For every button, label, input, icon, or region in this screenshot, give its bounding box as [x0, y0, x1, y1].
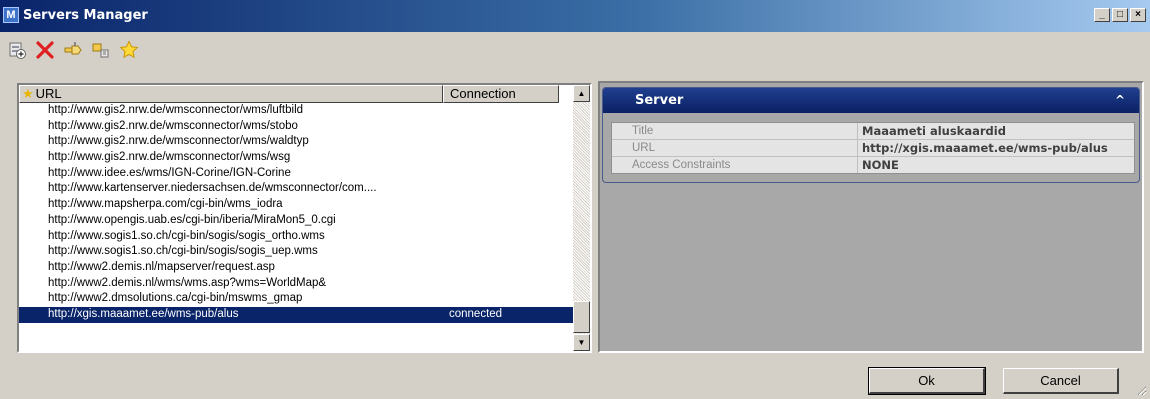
- row-url: http://www.gis2.nrw.de/wmsconnector/wms/…: [48, 104, 304, 116]
- table-row[interactable]: http://www.gis2.nrw.de/wmsconnector/wms/…: [19, 134, 574, 150]
- minimize-button[interactable]: _: [1094, 8, 1110, 22]
- row-connection: [443, 260, 563, 276]
- connect-icon: [64, 42, 82, 55]
- table-row[interactable]: http://www2.demis.nl/mapserver/request.a…: [19, 260, 574, 276]
- table-row[interactable]: http://www.sogis1.so.ch/cgi-bin/sogis/so…: [19, 244, 574, 260]
- table-row[interactable]: http://www.gis2.nrw.de/wmsconnector/wms/…: [19, 150, 574, 166]
- table-row[interactable]: http://www2.dmsolutions.ca/cgi-bin/mswms…: [19, 291, 574, 307]
- property-grid: Title Maaameti aluskaardid URL http://xg…: [611, 122, 1135, 174]
- table-row[interactable]: http://www.gis2.nrw.de/wmsconnector/wms/…: [19, 119, 574, 135]
- close-button[interactable]: ×: [1130, 8, 1146, 22]
- row-url: http://www.kartenserver.niedersachsen.de…: [48, 182, 377, 195]
- favorite-button[interactable]: [118, 39, 140, 61]
- row-connection: [443, 181, 563, 197]
- table-row-selected[interactable]: http://xgis.maaamet.ee/wms-pub/alus conne…: [19, 306, 574, 323]
- property-row: Access Constraints NONE: [612, 157, 1134, 173]
- row-connection: [443, 291, 563, 307]
- resize-grip-icon[interactable]: [1135, 384, 1147, 396]
- row-url: http://www.gis2.nrw.de/wmsconnector/wms/…: [48, 135, 309, 148]
- property-key: Access Constraints: [612, 157, 858, 173]
- row-url: http://www2.demis.nl/wms/wms.asp?wms=Wor…: [48, 276, 327, 289]
- list-header: ★ URL Connection: [19, 85, 564, 103]
- window-title: Servers Manager: [23, 8, 148, 23]
- table-row[interactable]: http://www.kartenserver.niedersachsen.de…: [19, 181, 574, 197]
- property-value: Maaameti aluskaardid: [862, 124, 1006, 138]
- property-key: Title: [612, 123, 858, 139]
- row-connection: [443, 276, 563, 292]
- chevron-up-icon[interactable]: ^: [1115, 88, 1125, 113]
- scroll-thumb[interactable]: [573, 301, 590, 333]
- table-row[interactable]: http://www.gis2.nrw.de/wmsconnector/wms/…: [19, 103, 574, 119]
- property-row: URL http://xgis.maaamet.ee/wms-pub/alus: [612, 140, 1134, 157]
- column-header-connection[interactable]: Connection: [443, 85, 559, 103]
- row-connection: [443, 213, 563, 229]
- app-icon: M: [3, 7, 19, 23]
- property-value: NONE: [862, 158, 899, 172]
- server-section: Server ^ Title Maaameti aluskaardid URL …: [602, 87, 1140, 183]
- row-connection: [443, 134, 563, 150]
- delete-x-icon: [36, 41, 54, 59]
- row-url: http://www.mapsherpa.com/cgi-bin/wms_iod…: [48, 198, 283, 211]
- delete-server-button[interactable]: [34, 39, 56, 61]
- table-row[interactable]: http://www.opengis.uab.es/cgi-bin/iberia…: [19, 213, 574, 229]
- property-key: URL: [612, 140, 858, 156]
- add-server-button[interactable]: [6, 39, 28, 61]
- table-row[interactable]: http://www.mapsherpa.com/cgi-bin/wms_iod…: [19, 197, 574, 213]
- star-icon: ★: [22, 86, 34, 101]
- table-row[interactable]: http://www.idee.es/wms/IGN-Corine/IGN-Co…: [19, 166, 574, 182]
- disconnect-icon: [92, 43, 109, 58]
- property-row: Title Maaameti aluskaardid: [612, 123, 1134, 140]
- disconnect-button[interactable]: [90, 39, 112, 61]
- row-url: http://www.idee.es/wms/IGN-Corine/IGN-Co…: [48, 166, 291, 179]
- cancel-button[interactable]: Cancel: [1003, 368, 1119, 394]
- table-row[interactable]: http://www2.demis.nl/wms/wms.asp?wms=Wor…: [19, 276, 574, 292]
- row-connection: connected: [449, 307, 503, 320]
- row-url: http://www.sogis1.so.ch/cgi-bin/sogis/so…: [48, 245, 318, 258]
- row-connection: [443, 229, 563, 245]
- row-connection: [443, 119, 563, 135]
- vertical-scrollbar[interactable]: ▲ ▼: [573, 85, 590, 351]
- maximize-button[interactable]: □: [1112, 8, 1128, 22]
- toolbar: [6, 36, 140, 64]
- window-controls: _ □ ×: [1094, 8, 1146, 22]
- row-connection: [443, 244, 563, 260]
- list-rows: http://www.gis2.nrw.de/wmsconnector/wms/…: [19, 103, 574, 323]
- row-url: http://www.gis2.nrw.de/wmsconnector/wms/…: [48, 119, 298, 132]
- connect-button[interactable]: [62, 39, 84, 61]
- ok-button[interactable]: Ok: [868, 367, 986, 395]
- row-url: http://xgis.maaamet.ee/wms-pub/alus: [48, 307, 239, 320]
- row-url: http://www.gis2.nrw.de/wmsconnector/wms/…: [48, 151, 291, 164]
- row-url: http://www.sogis1.so.ch/cgi-bin/sogis/so…: [48, 229, 325, 242]
- scroll-down-button[interactable]: ▼: [573, 334, 590, 351]
- row-url: http://www2.dmsolutions.ca/cgi-bin/mswms…: [48, 292, 303, 305]
- row-url: http://www2.demis.nl/mapserver/request.a…: [48, 260, 275, 273]
- property-value: http://xgis.maaamet.ee/wms-pub/alus: [862, 141, 1108, 155]
- add-server-icon: [9, 42, 26, 59]
- row-connection: [443, 103, 563, 119]
- column-header-url[interactable]: ★ URL: [19, 85, 443, 103]
- row-connection: [443, 197, 563, 213]
- row-connection: [443, 166, 563, 182]
- row-url: http://www.opengis.uab.es/cgi-bin/iberia…: [48, 213, 336, 226]
- server-details-panel: Server ^ Title Maaameti aluskaardid URL …: [598, 81, 1144, 353]
- table-row[interactable]: http://www.sogis1.so.ch/cgi-bin/sogis/so…: [19, 229, 574, 245]
- row-connection: [443, 150, 563, 166]
- scroll-up-button[interactable]: ▲: [573, 85, 590, 102]
- star-icon: [119, 40, 139, 59]
- title-bar: M Servers Manager _ □ ×: [0, 0, 1150, 32]
- server-list[interactable]: ★ URL Connection http://www.gis2.nrw.de/…: [17, 83, 592, 353]
- server-section-header[interactable]: Server ^: [603, 88, 1139, 113]
